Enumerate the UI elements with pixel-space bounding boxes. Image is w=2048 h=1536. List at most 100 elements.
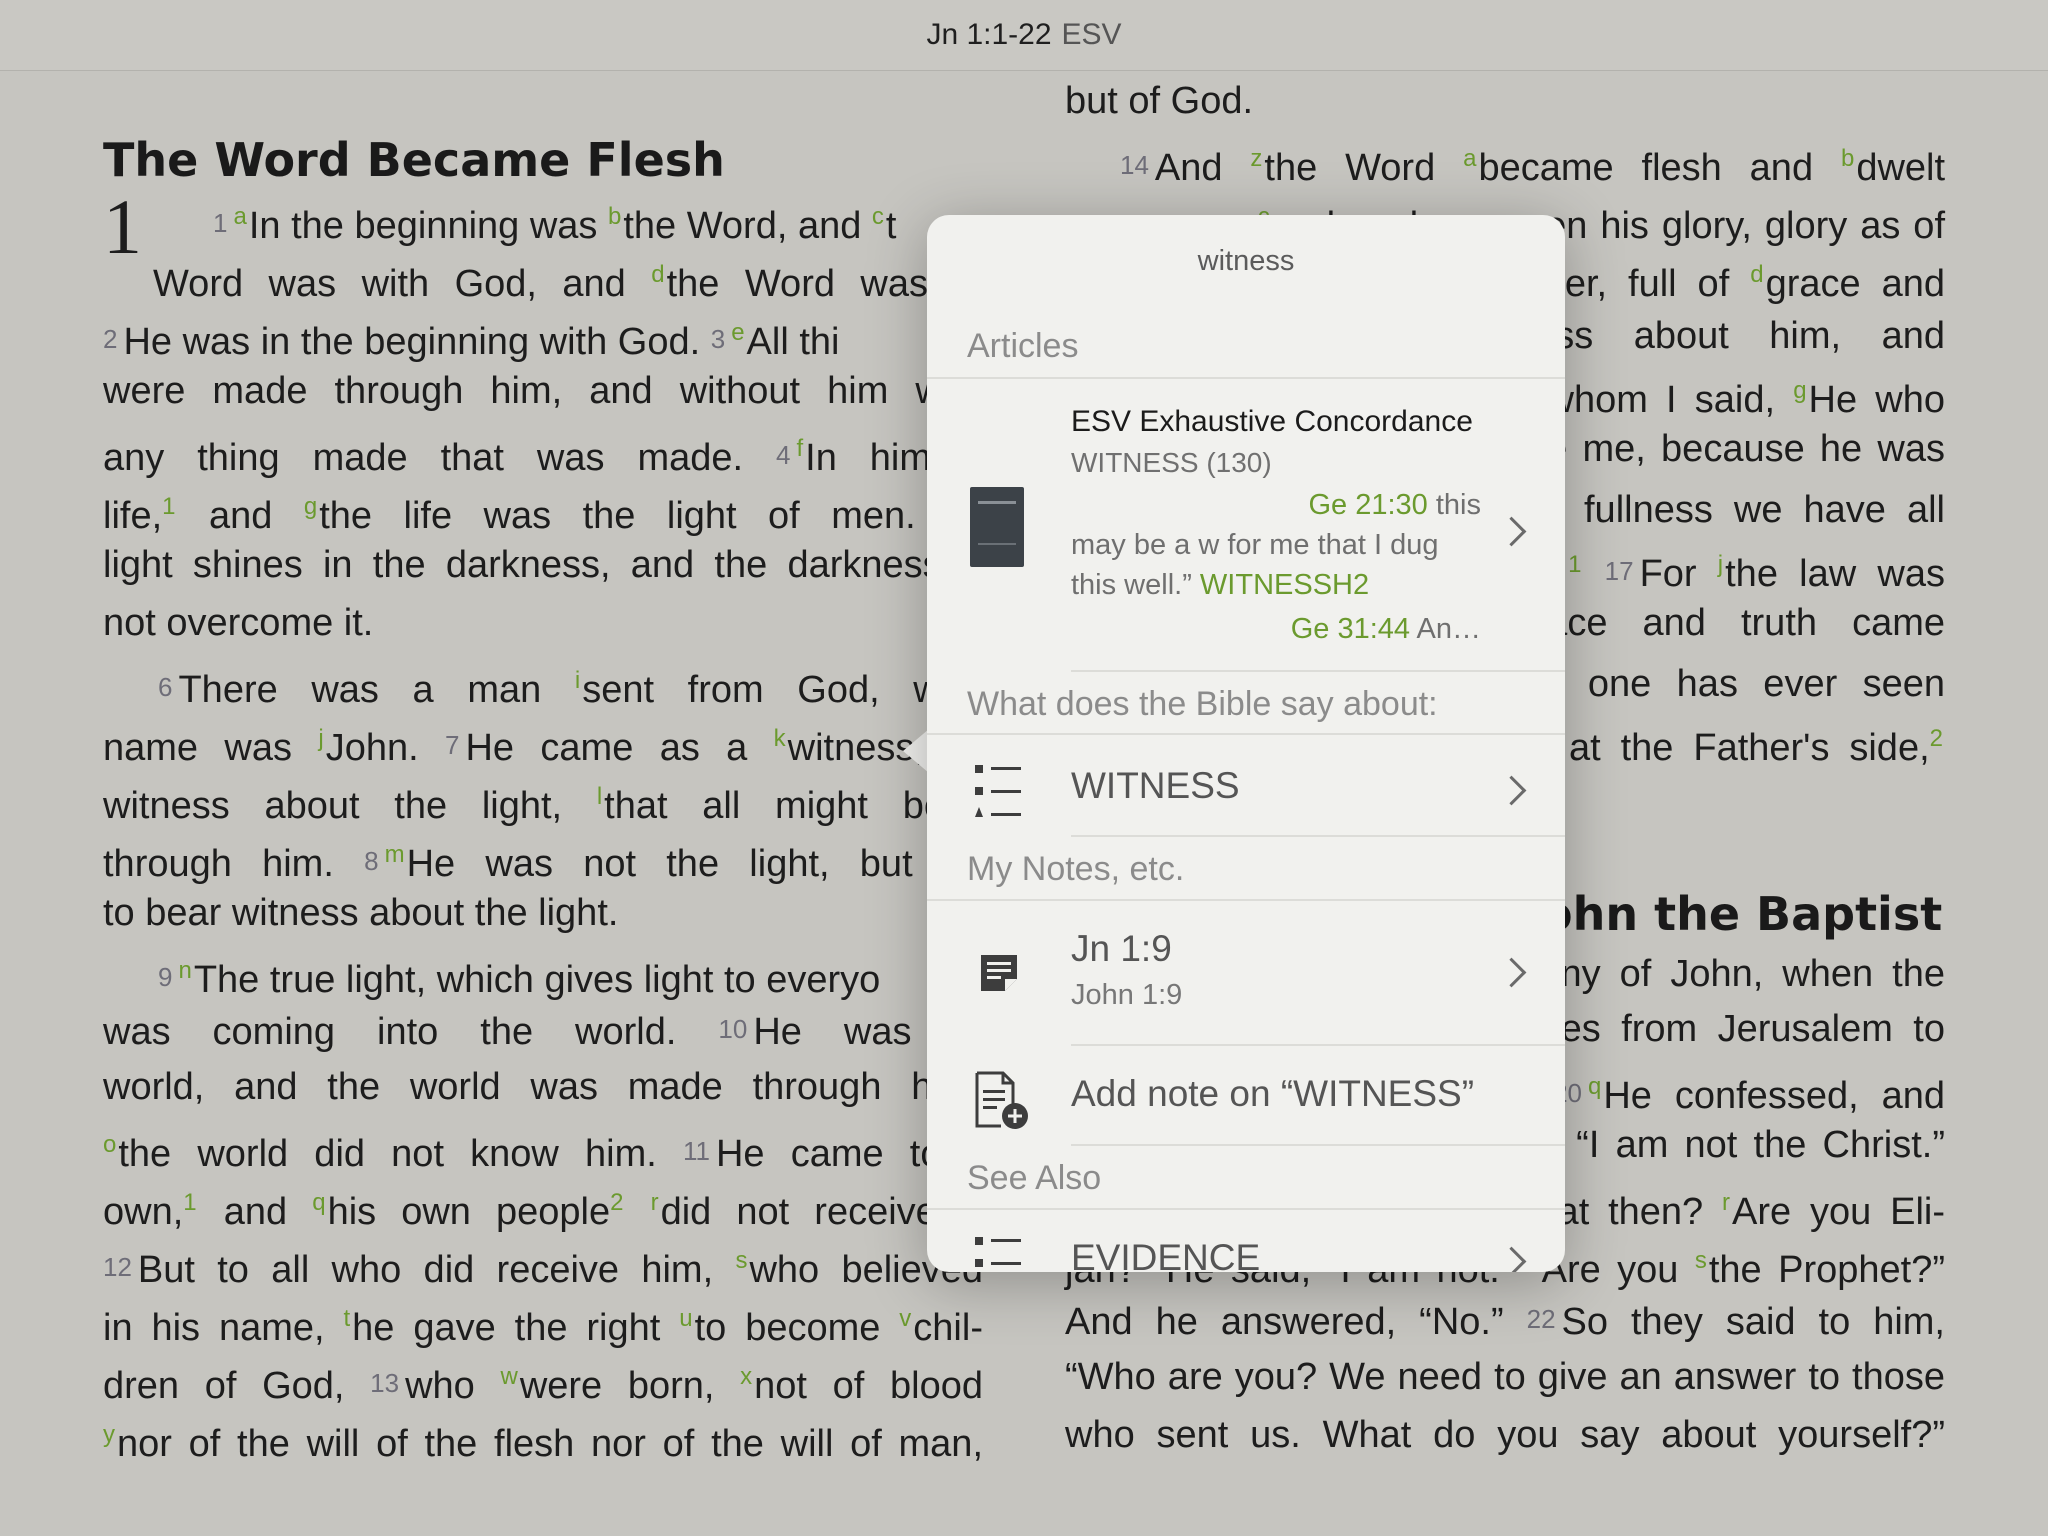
verse-text[interactable] [626,1191,651,1233]
excerpt-ref[interactable]: WITNESSH2 [1200,569,1369,601]
verse-number[interactable]: 1 [213,208,227,238]
verse-text[interactable] [1583,553,1604,595]
footnote-marker[interactable]: o [103,1131,116,1158]
verse-text[interactable]: And [1155,147,1251,189]
verse-text[interactable]: were born, [520,1365,740,1407]
verse-number[interactable]: 4 [776,440,790,470]
verse-text[interactable]: The true light, which gives light to eve… [194,959,880,1001]
verse-text[interactable]: chil- [913,1307,983,1349]
verse-number[interactable]: 8 [364,846,378,876]
verse-text[interactable]: world, and the world was made through hi… [103,1066,983,1108]
verse-text[interactable]: to become [695,1307,900,1349]
footnote-marker[interactable]: s [1695,1247,1707,1274]
footnote-marker[interactable]: 1 [162,493,175,520]
verse-text[interactable]: was coming into the world. [103,1011,718,1053]
verse-text[interactable]: For [1640,553,1718,595]
verse-text[interactable]: in his name, [103,1307,344,1349]
verse-text[interactable]: who sent us. What do you say about yours… [1065,1414,1945,1456]
verse-text[interactable]: not of blood [754,1365,983,1407]
footnote-marker[interactable]: x [740,1363,752,1390]
footnote-marker[interactable]: b [608,203,621,230]
verse-text[interactable]: Are you Eli- [1732,1191,1945,1233]
footnote-marker[interactable]: j [318,725,323,752]
verse-number[interactable]: 3 [711,324,725,354]
footnote-marker[interactable]: w [500,1363,517,1390]
footnote-marker[interactable]: i [575,667,580,694]
verse-number[interactable]: 6 [158,672,172,702]
verse-text[interactable]: He was not the light, but ca [407,843,983,885]
footnote-marker[interactable]: m [385,841,405,868]
verse-text[interactable]: sent from God, who [582,669,983,711]
verse-text[interactable]: and [199,1191,313,1233]
verse-text[interactable]: dwelt [1856,147,1945,189]
verse-text[interactable]: through him. [103,843,364,885]
verse-number[interactable]: 9 [158,962,172,992]
footnote-marker[interactable]: t [344,1305,351,1332]
verse-text[interactable]: He confessed, and [1603,1075,1945,1117]
verse-number[interactable]: 22 [1527,1304,1556,1334]
verse-text[interactable]: name was [103,727,318,769]
footnote-marker[interactable]: k [774,725,786,752]
footnote-marker[interactable]: 1 [1568,551,1581,578]
verse-text[interactable]: grace and [1766,263,1945,305]
verse-text[interactable]: No one has ever seen [1514,663,1945,705]
verse-text[interactable]: the Word, and [623,205,872,247]
footnote-marker[interactable]: r [1722,1189,1730,1216]
verse-text[interactable]: became flesh and [1478,147,1840,189]
footnote-marker[interactable]: d [651,261,664,288]
verse-text[interactable]: John. [326,727,445,769]
excerpt-ref[interactable]: Ge 21:30 [1308,489,1427,521]
verse-text[interactable]: any thing made that was made. [103,437,776,479]
footnote-marker[interactable]: n [178,957,191,984]
verse-text[interactable]: he gave the right [352,1307,679,1349]
verse-text[interactable]: nor of the will of the flesh nor of the … [117,1423,983,1465]
verse-number[interactable]: 12 [103,1252,132,1282]
footnote-marker[interactable]: r [651,1189,659,1216]
footnote-marker[interactable]: j [1718,551,1723,578]
footnote-marker[interactable]: 2 [1930,725,1943,752]
verse-text[interactable]: the Prophet?” [1709,1249,1945,1291]
footnote-marker[interactable]: e [731,319,744,346]
footnote-marker[interactable]: g [1793,377,1806,404]
verse-text[interactable]: life, [103,495,162,537]
verse-text[interactable]: the law was [1725,553,1945,595]
verse-number[interactable]: 2 [103,324,117,354]
footnote-marker[interactable]: f [796,435,803,462]
verse-text[interactable]: his own people [328,1191,611,1233]
verse-text[interactable]: who [405,1365,500,1407]
footnote-marker[interactable]: 2 [610,1189,623,1216]
footnote-marker[interactable]: u [679,1305,692,1332]
verse-text[interactable]: So they said to him, [1562,1301,1945,1343]
footnote-marker[interactable]: z [1250,145,1262,172]
footnote-marker[interactable]: v [899,1305,911,1332]
verse-number[interactable]: 10 [718,1014,747,1044]
footnote-marker[interactable]: a [1463,145,1476,172]
verse-text[interactable]: t [886,205,897,247]
verse-text[interactable]: And he answered, “No.” [1065,1301,1527,1343]
verse-text[interactable]: but of God. [1065,80,1253,122]
verse-text[interactable]: Word was with God, and [153,263,651,305]
verse-text[interactable]: dren of God, [103,1365,370,1407]
verse-text[interactable]: to bear witness about the light. [103,892,618,934]
verse-text[interactable]: He who [1809,379,1945,421]
verse-text[interactable]: “Who are you? We need to give an answer … [1065,1356,1945,1398]
footnote-marker[interactable]: s [735,1247,747,1274]
verse-text[interactable]: light shines in the darkness, and the da… [103,544,983,586]
excerpt-ref[interactable]: Ge 31:44 [1291,613,1410,645]
verse-number[interactable]: 17 [1605,556,1634,586]
verse-number[interactable]: 7 [445,730,459,760]
verse-text[interactable]: were made through him, and without him w… [103,370,983,412]
footnote-marker[interactable]: q [1588,1073,1601,1100]
verse-number[interactable]: 14 [1120,150,1149,180]
verse-text[interactable]: There was a man [178,669,574,711]
verse-text[interactable]: own, [103,1191,183,1233]
footnote-marker[interactable]: g [304,493,317,520]
verse-text[interactable]: In the beginning was [249,205,608,247]
footnote-marker[interactable]: l [597,783,602,810]
footnote-marker[interactable]: y [103,1421,115,1448]
verse-text[interactable]: He was in the beginning with God. [123,321,710,363]
verse-text[interactable]: All thi [747,321,840,363]
footnote-marker[interactable]: b [1841,145,1854,172]
verse-number[interactable]: 11 [683,1136,710,1166]
verse-text[interactable]: But to all who did receive him, [138,1249,736,1291]
